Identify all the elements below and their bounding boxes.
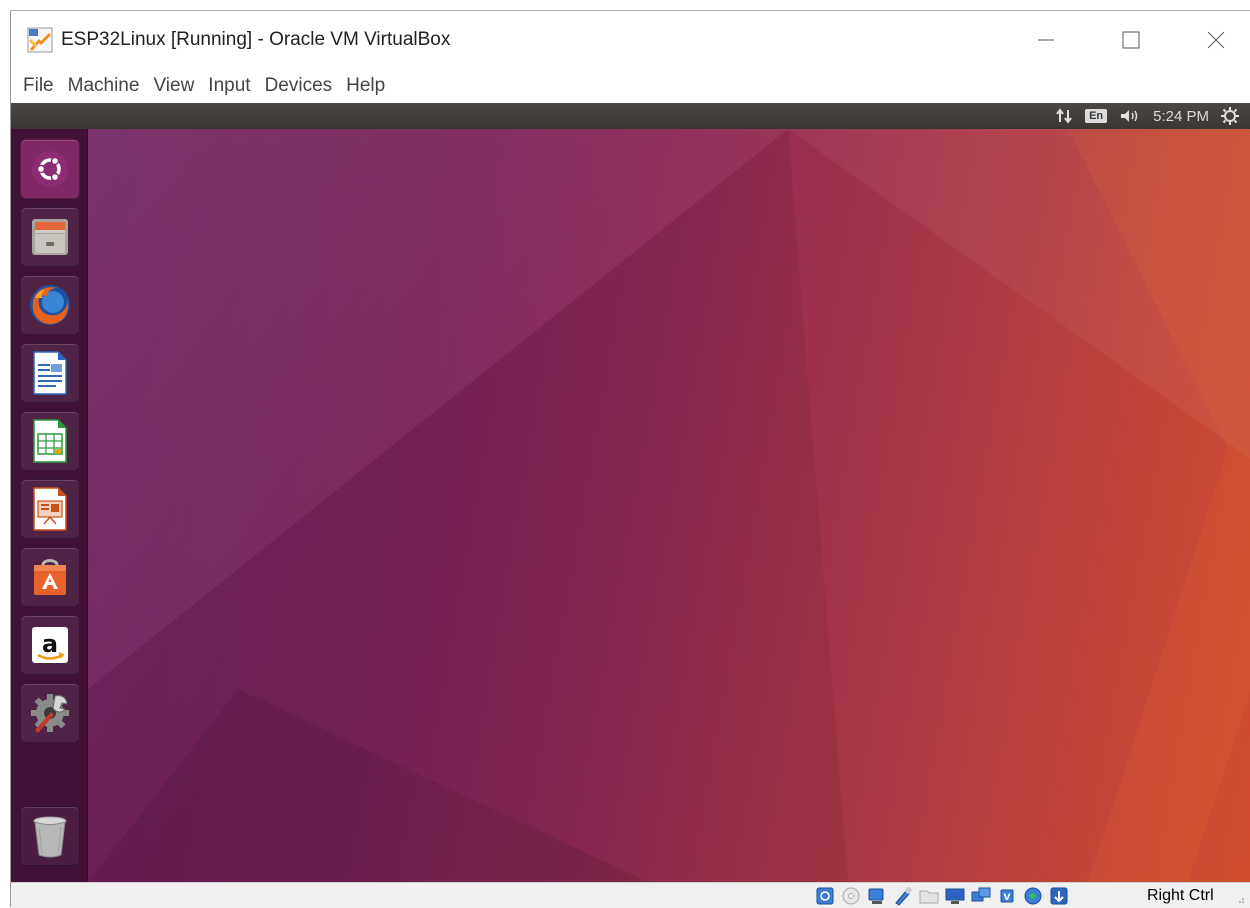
menu-file[interactable]: File [23, 75, 54, 97]
menu-input[interactable]: Input [208, 75, 250, 97]
audio-icon[interactable] [867, 886, 887, 906]
usb-pen-icon[interactable] [893, 886, 913, 906]
volume-indicator[interactable] [1119, 108, 1141, 124]
svg-text:V: V [1004, 893, 1011, 903]
status-bar: V Right Ctrl [11, 882, 1250, 908]
close-icon [1207, 31, 1225, 49]
launcher-writer[interactable] [20, 343, 80, 403]
guest-screen[interactable]: a En 5:24 PM [11, 103, 1250, 882]
network-arrows-icon [1056, 108, 1072, 124]
system-menu[interactable] [1221, 107, 1239, 125]
launcher-trash[interactable] [20, 806, 80, 866]
virtualbox-window: ESP32Linux [Running] - Oracle VM Virtual… [10, 10, 1250, 908]
resize-grip-icon[interactable] [1237, 896, 1245, 904]
amazon-icon: a [32, 627, 68, 663]
menu-machine[interactable]: Machine [68, 75, 140, 97]
launcher-software[interactable] [20, 547, 80, 607]
power-gear-icon [1221, 107, 1239, 125]
launcher-ubuntu-dash[interactable] [20, 139, 80, 199]
recording-icon[interactable] [1023, 886, 1043, 906]
display-icon[interactable] [945, 886, 965, 906]
firefox-icon [30, 285, 70, 325]
menu-help[interactable]: Help [346, 75, 385, 97]
menu-view[interactable]: View [153, 75, 194, 97]
impress-presentation-icon [33, 487, 67, 531]
ubuntu-logo-icon [32, 151, 68, 187]
file-cabinet-icon [32, 219, 68, 255]
launcher-files[interactable] [20, 207, 80, 267]
network-monitor-icon[interactable] [971, 886, 991, 906]
window-title: ESP32Linux [Running] - Oracle VM Virtual… [61, 29, 451, 50]
title-bar[interactable]: ESP32Linux [Running] - Oracle VM Virtual… [11, 11, 1250, 69]
network-indicator[interactable] [1055, 108, 1073, 124]
minimize-icon [1038, 39, 1054, 41]
volume-icon [1121, 110, 1138, 122]
maximize-icon [1122, 31, 1140, 49]
trash-icon [33, 816, 67, 858]
keyboard-layout-label: En [1085, 109, 1108, 123]
minimize-button[interactable] [1006, 11, 1086, 69]
svg-text:a: a [42, 630, 58, 658]
virtualbox-icon [27, 27, 53, 53]
launcher-amazon[interactable]: a [20, 615, 80, 675]
maximize-button[interactable] [1091, 11, 1171, 69]
guest-top-panel: En 5:24 PM [11, 103, 1250, 129]
launcher-calc[interactable] [20, 411, 80, 471]
launcher-impress[interactable] [20, 479, 80, 539]
close-button[interactable] [1176, 11, 1250, 69]
hard-disk-icon[interactable] [815, 886, 835, 906]
writer-document-icon [33, 351, 67, 395]
software-bag-icon [34, 559, 66, 595]
ubuntu-desktop[interactable] [88, 129, 1250, 882]
launcher-settings[interactable] [20, 683, 80, 743]
shared-folder-icon[interactable] [919, 886, 939, 906]
calc-spreadsheet-icon [33, 419, 67, 463]
ubuntu-launcher: a [11, 129, 88, 882]
host-key-label[interactable]: Right Ctrl [1147, 887, 1214, 905]
cpu-icon[interactable]: V [997, 886, 1017, 906]
menu-devices[interactable]: Devices [265, 75, 333, 97]
wallpaper-facets [88, 129, 1250, 882]
launcher-firefox[interactable] [20, 275, 80, 335]
optical-drive-icon[interactable] [841, 886, 861, 906]
menu-bar: File Machine View Input Devices Help [11, 69, 1250, 103]
clock[interactable]: 5:24 PM [1153, 108, 1209, 125]
keyboard-layout-indicator[interactable]: En [1085, 109, 1108, 123]
mouse-integration-icon[interactable] [1049, 886, 1069, 906]
settings-tools-icon [31, 694, 69, 733]
